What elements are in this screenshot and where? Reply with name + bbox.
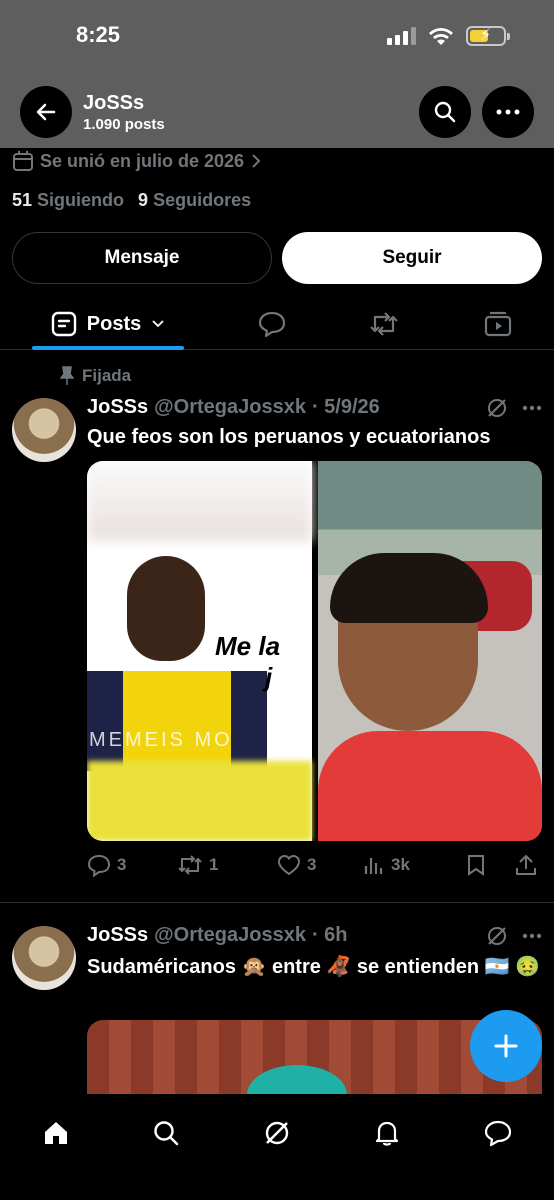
following-count: 51	[12, 190, 33, 210]
following-label: Siguiendo	[37, 190, 125, 210]
post-media[interactable]: Me la j MEMEIS MO	[87, 461, 542, 841]
avatar[interactable]	[12, 398, 76, 462]
active-tab-indicator	[32, 346, 184, 350]
image-caption-line-2: j	[265, 662, 273, 692]
avatar[interactable]	[12, 926, 76, 990]
message-button[interactable]: Mensaje	[12, 232, 272, 284]
post-image-2[interactable]	[317, 461, 542, 841]
post-author-handle[interactable]: @OrtegaJossxk	[154, 924, 306, 947]
more-icon[interactable]	[522, 933, 542, 939]
nav-home[interactable]	[31, 1108, 81, 1158]
nav-messages[interactable]	[473, 1108, 523, 1158]
reply-button[interactable]: 3	[87, 853, 177, 877]
post-text: Sudaméricanos 🙊 entre 🦧 se entienden 🇦🇷 …	[87, 956, 541, 978]
tab-reposts[interactable]	[358, 298, 410, 350]
reply-icon	[87, 854, 111, 877]
nav-notifications[interactable]	[362, 1108, 412, 1158]
bookmark-button[interactable]	[467, 854, 515, 876]
compose-button[interactable]	[470, 1010, 542, 1082]
views-button[interactable]: 3k	[363, 854, 467, 876]
bookmark-icon	[468, 855, 484, 876]
repost-button[interactable]: 1	[177, 854, 277, 876]
pinned-text: Fijada	[82, 366, 132, 385]
media-icon	[484, 311, 512, 337]
like-icon	[277, 854, 301, 876]
repost-icon	[370, 312, 398, 336]
post-time: · 5/9/26	[311, 396, 380, 418]
wifi-icon	[429, 28, 453, 45]
post-header: JoSSs @OrtegaJossxk · 5/9/26	[87, 396, 380, 419]
messages-icon	[484, 1120, 512, 1147]
post-time: · 6h	[311, 924, 348, 946]
calendar-icon	[13, 151, 33, 171]
post-author-name[interactable]: JoSSs	[87, 924, 148, 947]
more-icon[interactable]	[522, 405, 542, 411]
nav-search[interactable]	[141, 1108, 191, 1158]
nav-grok[interactable]	[252, 1108, 302, 1158]
view-count: 3k	[391, 855, 410, 874]
joined-text: Se unió en julio de 2026	[40, 150, 245, 171]
pin-icon	[60, 366, 74, 385]
header-name: JoSSs	[83, 92, 145, 114]
chevron-down-icon	[152, 320, 164, 328]
bottom-nav	[0, 1094, 554, 1200]
post-author-handle[interactable]: @OrtegaJossxk	[154, 396, 306, 419]
reply-icon	[258, 311, 286, 338]
follow-stats: 51 Siguiendo 9 Seguidores	[12, 190, 251, 211]
home-icon	[45, 1122, 67, 1144]
more-icon	[496, 109, 520, 115]
tab-media[interactable]	[472, 298, 524, 350]
like-count: 3	[307, 855, 317, 874]
joined-date[interactable]: Se unió en julio de 2026	[12, 150, 262, 172]
post-header: JoSSs @OrtegaJossxk · 6h	[87, 924, 348, 947]
more-button[interactable]	[482, 86, 534, 138]
reply-count: 3	[117, 855, 127, 874]
post-author-name[interactable]: JoSSs	[87, 396, 148, 419]
plus-icon	[494, 1034, 518, 1058]
tab-posts-label: Posts	[86, 312, 142, 335]
back-arrow-icon	[36, 103, 56, 121]
post-text: Que feos son los peruanos y ecuatorianos	[87, 426, 491, 448]
posts-tab-icon	[51, 311, 76, 337]
post-image-1[interactable]: Me la j MEMEIS MO	[87, 461, 312, 841]
views-icon	[364, 858, 383, 874]
battery-icon: ⚡	[466, 26, 510, 46]
like-button[interactable]: 3	[277, 854, 363, 876]
repost-count: 1	[209, 855, 219, 874]
share-button[interactable]	[515, 854, 537, 876]
repost-icon	[178, 855, 202, 875]
follow-button[interactable]: Seguir	[282, 232, 542, 284]
following-link[interactable]: 51 Siguiendo	[12, 190, 124, 211]
pinned-label: Fijada	[60, 366, 131, 386]
header-post-count: 1.090 posts	[83, 116, 165, 133]
grok-icon	[265, 1121, 289, 1145]
search-button[interactable]	[419, 86, 471, 138]
profile-tabs: Posts	[0, 298, 554, 350]
followers-link[interactable]: 9 Seguidores	[138, 190, 251, 211]
top-bar: 8:25 ⚡ JoSSs 1.090 posts	[0, 0, 554, 148]
tab-replies[interactable]	[246, 298, 298, 350]
status-time: 8:25	[76, 22, 121, 47]
image-watermark-text: MEMEIS MO	[89, 729, 233, 751]
image-caption-text: Me la j	[215, 631, 280, 693]
share-icon	[516, 854, 536, 875]
bell-icon	[375, 1121, 399, 1146]
tab-posts[interactable]: Posts	[32, 298, 184, 350]
search-icon	[154, 1121, 179, 1146]
post-actions: 3 1 3 3k	[87, 850, 542, 880]
grok-icon[interactable]	[486, 925, 508, 947]
search-icon	[434, 101, 456, 123]
signal-icon	[387, 27, 416, 45]
back-button[interactable]	[20, 86, 72, 138]
grok-icon[interactable]	[486, 397, 508, 419]
status-icons: ⚡	[387, 26, 510, 46]
followers-label: Seguidores	[153, 190, 252, 210]
image-caption-line-1: Me la	[215, 631, 281, 661]
followers-count: 9	[138, 190, 149, 210]
chevron-right-icon	[252, 154, 261, 168]
post-divider	[0, 902, 554, 903]
